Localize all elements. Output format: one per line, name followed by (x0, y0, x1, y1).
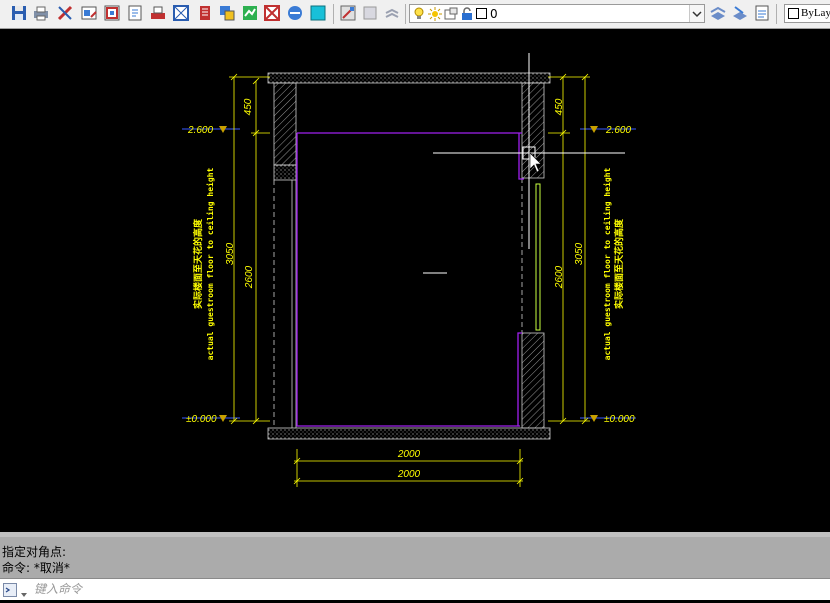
toolbar-separator (405, 4, 406, 24)
sheet-set-icon[interactable] (172, 4, 190, 22)
design-center-icon[interactable] (103, 4, 121, 22)
block-editor-icon[interactable] (80, 4, 98, 22)
command-input[interactable] (34, 581, 814, 597)
left-wall-upper (273, 82, 297, 166)
left-wall-header (273, 164, 297, 181)
layer-previous-icon[interactable] (361, 4, 379, 22)
layer-previous-right-icon[interactable] (753, 4, 771, 22)
image-icon[interactable] (286, 4, 304, 22)
calculator-icon[interactable] (263, 4, 281, 22)
viewport-freeze-icon[interactable] (444, 6, 458, 20)
command-line (0, 578, 830, 600)
markup-icon[interactable] (218, 4, 236, 22)
right-wall-lower (521, 332, 545, 429)
command-history: 指定对角点: 命令: *取消* (0, 537, 830, 578)
print-icon[interactable] (32, 4, 50, 22)
xref-icon[interactable] (241, 4, 259, 22)
toolbar-separator (776, 4, 777, 24)
sun-icon[interactable] (428, 6, 442, 21)
current-layer-name: 0 (490, 7, 498, 21)
history-line: 命令: *取消* (2, 561, 70, 575)
dim-left-450: 450 (243, 98, 254, 115)
note-left-en: actual guestroom floor to ceiling height (205, 167, 215, 360)
layer-manager-icon[interactable] (309, 4, 327, 22)
match-properties-icon[interactable] (56, 4, 74, 22)
chevron-down-icon[interactable] (20, 584, 28, 597)
color-dropdown-value: ByLay (801, 7, 830, 19)
note-right-cn: 实际楼面至天花的高度 (613, 218, 625, 309)
level-text-right-bottom: ±0.000 (604, 414, 635, 425)
dim-left-3050: 3050 (225, 242, 236, 265)
layer-match-icon[interactable] (731, 4, 749, 22)
level-text-right-top: 2.600 (605, 125, 631, 136)
dim-right-450: 450 (554, 98, 565, 115)
dim-left-2600: 2600 (244, 265, 255, 289)
make-current-icon[interactable] (709, 4, 727, 22)
note-left-cn: 实际楼面至天花的高度 (192, 218, 204, 309)
publish-icon[interactable] (126, 4, 144, 22)
drawing-canvas[interactable]: 2.600 ±0.000 2.600 ±0.000 450 3050 2600 … (0, 29, 830, 532)
drawing-svg[interactable]: 2.600 ±0.000 2.600 ±0.000 450 3050 2600 … (0, 29, 830, 532)
layer-dropdown[interactable]: 0 (409, 4, 705, 23)
color-swatch-icon[interactable] (476, 8, 487, 19)
save-icon[interactable] (10, 4, 28, 22)
layer-states-icon[interactable] (339, 4, 357, 22)
floor-slab (267, 427, 551, 440)
lock-icon[interactable] (461, 6, 473, 20)
color-swatch-icon (788, 8, 799, 19)
dim-right-3050: 3050 (574, 242, 585, 265)
color-dropdown[interactable]: ByLay (784, 4, 830, 23)
note-right-en: actual guestroom floor to ceiling height (602, 167, 612, 360)
chevron-down-icon[interactable] (689, 5, 704, 22)
dim-right-2600: 2600 (554, 265, 565, 289)
tool-palette-icon[interactable] (196, 4, 214, 22)
layer-walk-icon[interactable] (383, 4, 401, 22)
plot-icon[interactable] (149, 4, 167, 22)
toolbar-separator (333, 4, 334, 24)
lightbulb-icon[interactable] (413, 6, 425, 20)
level-text-left-bottom: ±0.000 (186, 414, 217, 425)
dim-bottom-2: 2000 (397, 469, 421, 480)
history-line: 指定对角点: (2, 545, 67, 559)
command-prompt-icon[interactable] (3, 582, 17, 597)
level-text-left-top: 2.600 (187, 125, 213, 136)
dim-bottom-1: 2000 (397, 449, 421, 460)
ceiling-slab (267, 72, 551, 84)
standard-toolbar: 0 ByLay (0, 0, 830, 29)
